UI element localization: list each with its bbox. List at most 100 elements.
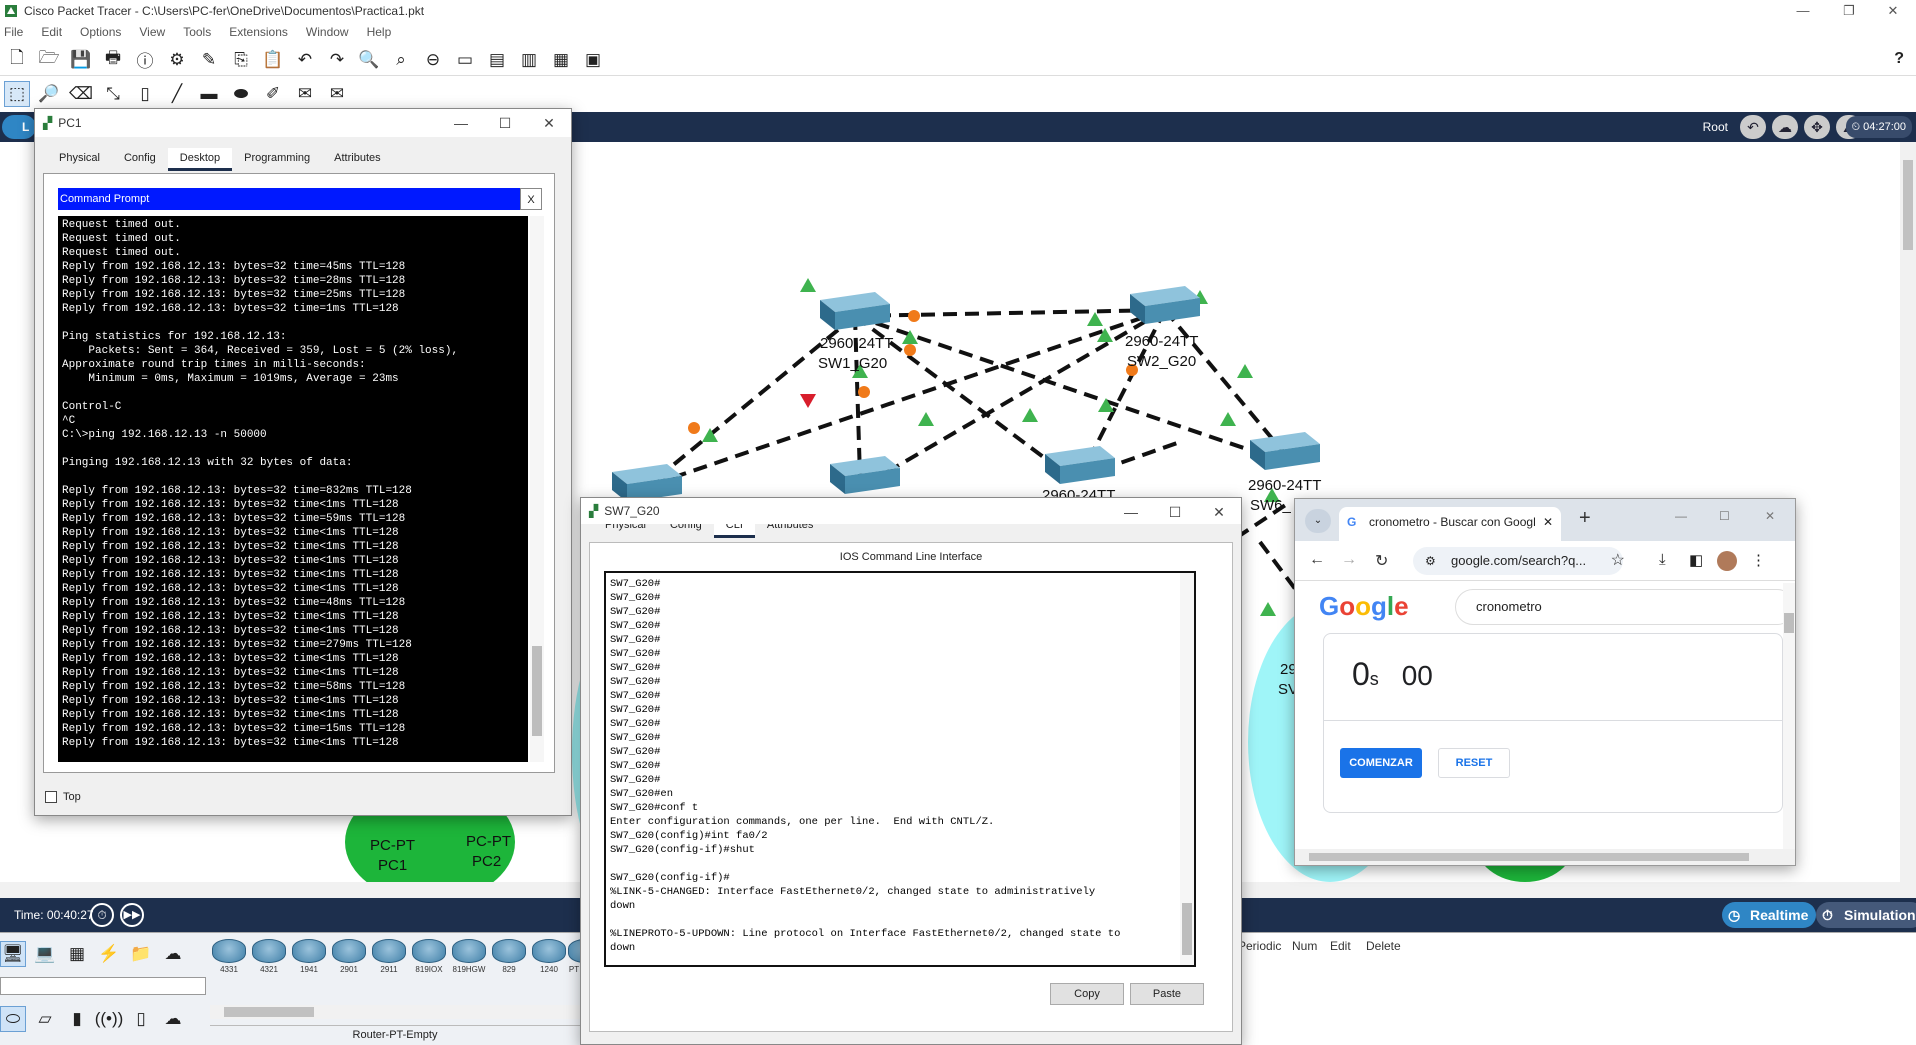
model-2901[interactable]: 2901: [330, 939, 368, 974]
tab-attributes[interactable]: Attributes: [322, 148, 392, 171]
menu-help[interactable]: Help: [367, 25, 392, 39]
model-1941[interactable]: 1941: [290, 939, 328, 974]
tab-attributes[interactable]: Attributes: [755, 524, 825, 538]
resize-shape-icon[interactable]: ⤡: [100, 81, 126, 107]
end-devices-icon[interactable]: 💻: [32, 941, 58, 967]
redo-icon[interactable]: ↷: [324, 47, 350, 73]
reload-icon[interactable]: ↻: [1375, 551, 1388, 571]
menu-dots-icon[interactable]: ⋮: [1751, 551, 1766, 569]
zoom-in-icon[interactable]: 🔍: [356, 47, 382, 73]
delete-icon[interactable]: ⌫: [68, 81, 94, 107]
drawing-palette-icon[interactable]: ▭: [452, 47, 478, 73]
sw7-close-icon[interactable]: ✕: [1197, 498, 1241, 526]
menu-options[interactable]: Options: [80, 25, 121, 39]
activity-wizard-icon[interactable]: ✎: [196, 47, 222, 73]
multiuser-icon[interactable]: ☁: [160, 941, 186, 967]
new-tab-icon[interactable]: +: [1579, 507, 1591, 530]
download-icon[interactable]: ⤓: [1659, 551, 1666, 568]
menu-tools[interactable]: Tools: [183, 25, 211, 39]
pc1-console-output[interactable]: Request timed out. Request timed out. Requ…: [58, 216, 528, 762]
components-icon[interactable]: ▦: [64, 941, 90, 967]
back-arrow-icon[interactable]: ←: [1309, 551, 1325, 569]
wan-emulation-icon[interactable]: ☁: [160, 1006, 186, 1032]
copy-icon[interactable]: ⎘: [228, 47, 254, 73]
undo-icon[interactable]: ↶: [292, 47, 318, 73]
print-icon[interactable]: 🖶: [100, 47, 126, 73]
model-4331[interactable]: 4331: [210, 939, 248, 974]
menu-file[interactable]: File: [4, 25, 23, 39]
move-object-icon[interactable]: ✥: [1804, 115, 1830, 139]
search-input[interactable]: cronometro: [1455, 589, 1783, 625]
tab-desktop[interactable]: Desktop: [167, 148, 233, 171]
wireless-icon[interactable]: ((•)): [95, 1006, 124, 1032]
inspect-icon[interactable]: 🔎: [36, 81, 62, 107]
draw-ellipse-icon[interactable]: ⬬: [228, 81, 254, 107]
zoom-reset-icon[interactable]: ⌕: [388, 47, 414, 73]
top-checkbox[interactable]: [45, 791, 57, 803]
menu-view[interactable]: View: [139, 25, 165, 39]
url-field[interactable]: ⚙ google.com/search?q... ☆: [1413, 547, 1625, 575]
browser-vertical-scrollbar[interactable]: [1783, 583, 1795, 849]
network-devices-icon[interactable]: 🖥: [0, 941, 26, 967]
routers-icon[interactable]: ⬭: [0, 1006, 26, 1032]
paste-icon[interactable]: 📋: [260, 47, 286, 73]
misc-icon[interactable]: 📁: [128, 941, 154, 967]
tab-programming[interactable]: Programming: [232, 148, 322, 171]
realtime-button[interactable]: ◷ Realtime: [1722, 902, 1817, 928]
minimize-icon[interactable]: —: [1780, 0, 1826, 22]
model-4321[interactable]: 4321: [250, 939, 288, 974]
menu-edit[interactable]: Edit: [41, 25, 62, 39]
security-icon[interactable]: ▯: [128, 1006, 154, 1032]
draw-line-icon[interactable]: ╱: [164, 81, 190, 107]
tab-close-icon[interactable]: ✕: [1543, 507, 1553, 537]
tab-search-icon[interactable]: ⌄: [1305, 509, 1331, 533]
command-prompt-close-button[interactable]: X: [520, 188, 542, 210]
cluster-icon[interactable]: ☁: [1772, 115, 1798, 139]
select-icon[interactable]: ⬚: [4, 81, 30, 107]
avatar[interactable]: [1717, 551, 1737, 571]
fast-forward-icon[interactable]: ▶▶: [120, 903, 144, 927]
switch-sw2[interactable]: [1130, 286, 1200, 324]
browser-maximize-icon[interactable]: ☐: [1719, 509, 1730, 523]
pc1-console-scrollbar[interactable]: [530, 216, 544, 762]
simple-pdu-icon[interactable]: ✉: [292, 81, 318, 107]
complex-pdu-icon[interactable]: ✉: [324, 81, 350, 107]
copy-button[interactable]: Copy: [1050, 983, 1124, 1005]
sw7-cli-output[interactable]: SW7_G20# SW7_G20# SW7_G20# SW7_G20# SW7_G20#…: [610, 577, 1180, 961]
model-pt[interactable]: PT: [568, 939, 580, 974]
custom-devices-icon[interactable]: ▤: [484, 47, 510, 73]
close-icon[interactable]: ✕: [1870, 0, 1916, 22]
sw7-maximize-icon[interactable]: ☐: [1153, 498, 1197, 526]
pc1-minimize-icon[interactable]: —: [439, 109, 483, 137]
browser-horizontal-scrollbar[interactable]: [1295, 849, 1795, 865]
draw-rectangle-icon[interactable]: ▬: [196, 81, 222, 107]
pc1-close-icon[interactable]: ✕: [527, 109, 571, 137]
sw7-cli-scrollbar[interactable]: [1180, 573, 1194, 965]
model-list-scrollbar[interactable]: [210, 1005, 580, 1019]
tab-config[interactable]: Config: [658, 524, 714, 538]
connections-icon[interactable]: ⚡: [96, 941, 122, 967]
sw7-minimize-icon[interactable]: —: [1109, 498, 1153, 526]
tab-cli[interactable]: CLI: [713, 524, 755, 538]
menu-extensions[interactable]: Extensions: [229, 25, 288, 39]
server-icon[interactable]: ▦: [548, 47, 574, 73]
hubs-icon[interactable]: ▮: [64, 1006, 90, 1032]
bookmark-star-icon[interactable]: ☆: [1611, 547, 1625, 575]
save-icon[interactable]: 💾: [68, 47, 94, 73]
open-folder-icon[interactable]: 🗁: [36, 47, 62, 73]
back-icon[interactable]: ↶: [1740, 115, 1766, 139]
pc1-maximize-icon[interactable]: ☐: [483, 109, 527, 137]
tab-physical[interactable]: Physical: [593, 524, 658, 538]
power-cycle-icon[interactable]: ⏱: [90, 903, 114, 927]
image-icon[interactable]: ▣: [580, 47, 606, 73]
column-edit[interactable]: Edit: [1330, 939, 1351, 953]
tab-physical[interactable]: Physical: [47, 148, 112, 171]
paste-button[interactable]: Paste: [1130, 983, 1204, 1005]
side-panel-icon[interactable]: ◧: [1689, 551, 1703, 569]
logical-tab[interactable]: L: [2, 115, 36, 139]
simulation-button[interactable]: ⏱ Simulation: [1816, 902, 1916, 928]
start-button[interactable]: COMENZAR: [1340, 748, 1422, 778]
forward-arrow-icon[interactable]: →: [1341, 551, 1357, 569]
device-search-field[interactable]: [0, 977, 206, 995]
scroll-thumb[interactable]: [1903, 160, 1913, 250]
